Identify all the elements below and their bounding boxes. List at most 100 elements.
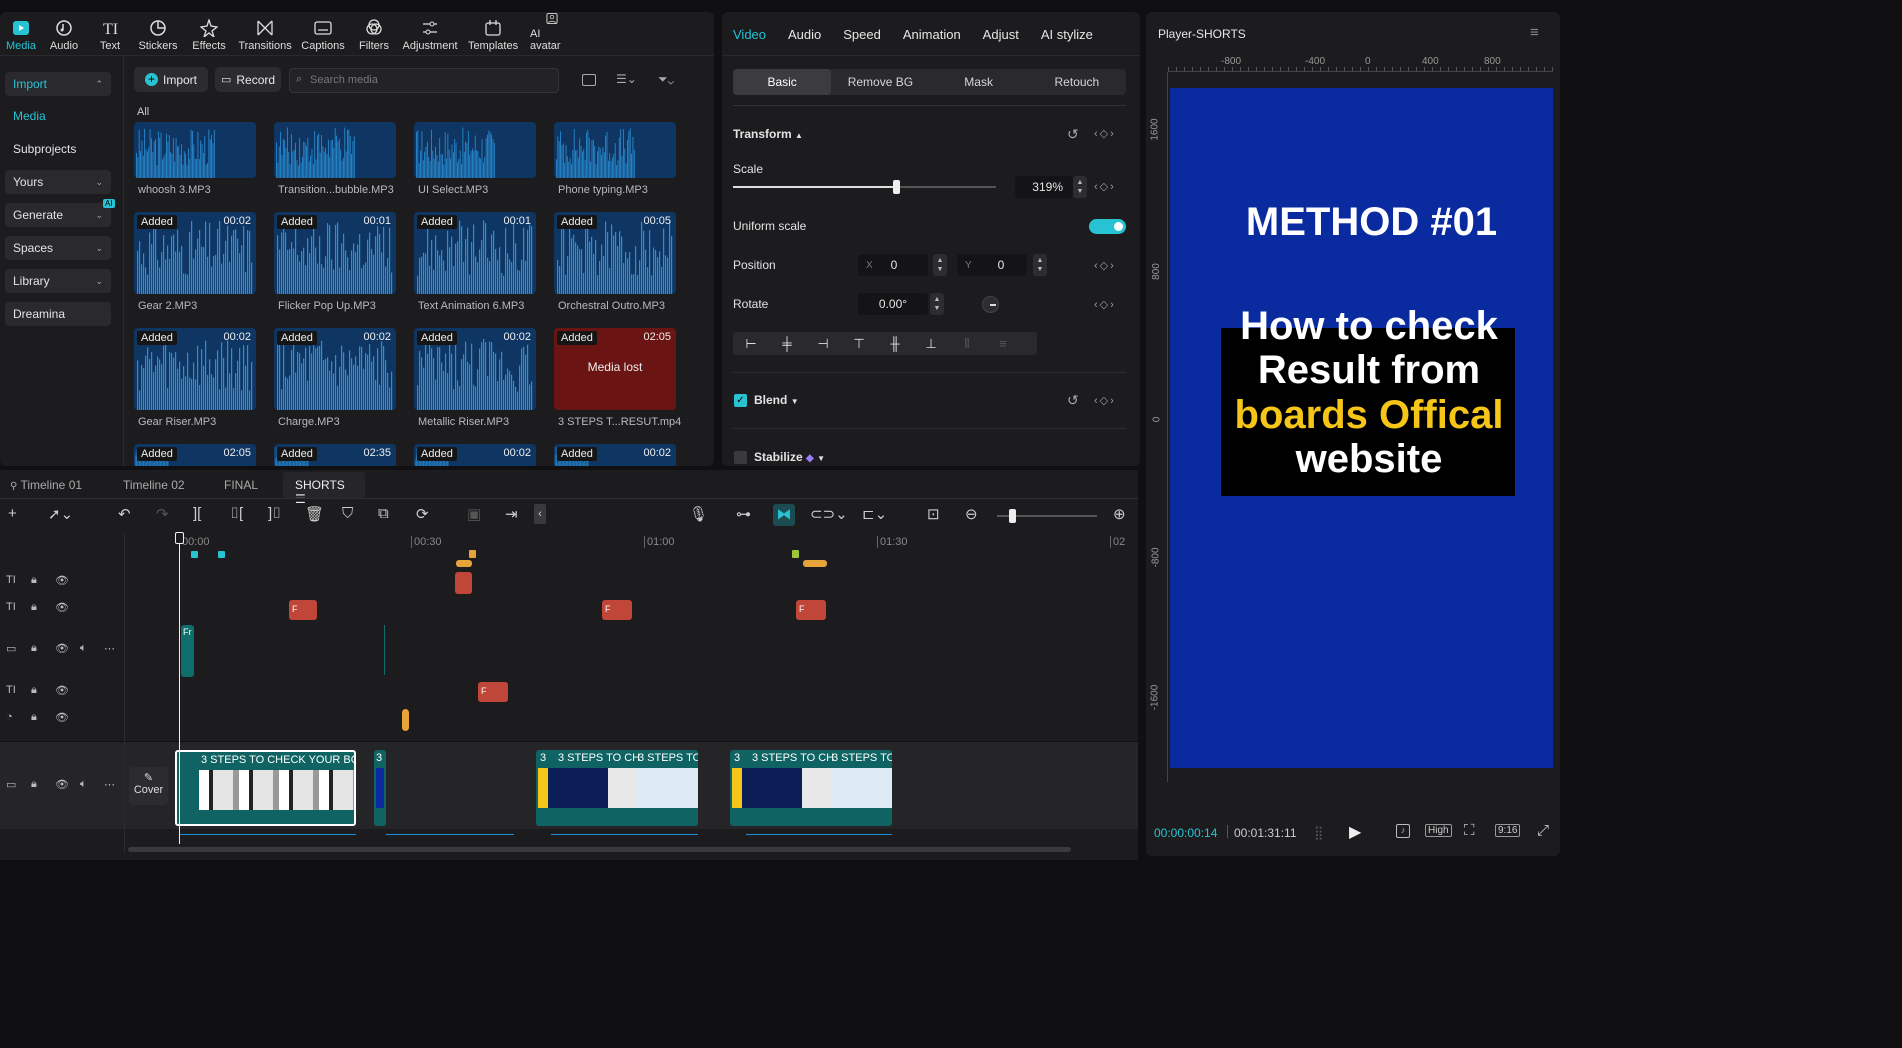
cover-button[interactable]: ✎ Cover [129,767,168,805]
speaker-icon[interactable]: 🔈︎ [80,778,87,791]
transform-heading[interactable]: Transform ▲ [733,127,803,141]
main-clip-3[interactable]: 3 3 STEPS TO CH 3 STEPS TO [536,750,698,826]
main-clip-4[interactable]: 3 3 STEPS TO CH 3 STEPS TO [730,750,892,826]
sidebar-generate[interactable]: Generate ⌄ [5,203,111,227]
split-icon[interactable]: ][ [193,505,201,522]
sidebar-spaces[interactable]: Spaces ⌄ [5,236,111,260]
align-center-v-icon[interactable]: ╫ [877,336,913,351]
chain-icon[interactable]: ⊂⊃⌄ [810,505,848,523]
playhead[interactable] [179,534,180,844]
media-item[interactable]: Added 00:02 [134,212,256,294]
media-item[interactable] [414,122,536,178]
undo-icon[interactable]: ↶ [118,505,131,523]
subtab-basic[interactable]: Basic [733,69,832,95]
tab-timeline-01[interactable]: ⚲ Timeline 01 [10,478,82,492]
media-item[interactable]: Media lost Added 02:05 [554,328,676,410]
preview-axis-icon[interactable]: ⊏⌄ [862,505,887,523]
align-top-icon[interactable]: ⊤ [841,336,877,352]
scale-stepper[interactable]: ▲ ▼ [1073,176,1087,198]
lock-icon[interactable]: 🔒︎ [31,778,37,791]
zoom-slider-handle[interactable] [1009,509,1016,523]
speed-icon[interactable]: ⟳ [416,505,429,523]
reset-icon[interactable]: ↺ [1067,126,1079,143]
uniform-scale-toggle[interactable] [1089,219,1126,234]
freeze-icon[interactable]: ▣ [467,505,481,523]
media-item[interactable]: Added 00:02 [554,444,676,466]
zoom-out-icon[interactable]: ⊖ [965,505,978,523]
tab-adjust[interactable]: Adjust [972,12,1030,56]
lock-icon[interactable]: 🔒︎ [31,642,37,655]
playhead-handle[interactable] [175,532,184,544]
stabilize-label[interactable]: Stabilize ◆ ▼ [754,450,825,464]
delete-icon[interactable]: 🗑︎ [305,505,324,523]
keyframe-icon[interactable]: ‹◇› [1094,127,1116,140]
tab-shorts[interactable]: SHORTS ☰ [283,472,365,506]
align-center-h-icon[interactable]: ╪ [769,336,805,351]
sidebar-library[interactable]: Library ⌄ [5,269,111,293]
record-button[interactable]: ▭ Record [215,67,281,92]
grid-view-icon[interactable] [582,74,596,86]
more-icon[interactable]: ⋯ [104,778,115,791]
caption-clip[interactable]: F [289,600,317,620]
scale-slider-handle[interactable] [893,180,901,194]
toolbar-stickers[interactable]: Stickers [132,12,184,52]
subtab-remove-bg[interactable]: Remove BG [831,69,929,95]
keyframe-icon[interactable]: ‹◇› [1094,259,1116,272]
main-clip-1[interactable]: 3 STEPS TO CHECK YOUR BOAR [175,750,356,826]
media-item[interactable]: Added 00:02 [134,328,256,410]
align-bottom-icon[interactable]: ⊥ [913,336,949,352]
media-item[interactable]: Added 00:01 [274,212,396,294]
media-item[interactable]: Added 00:01 [414,212,536,294]
scale-slider-track[interactable] [733,180,996,194]
lock-icon[interactable]: 🔒︎ [31,601,37,614]
media-item[interactable]: Added 00:05 [554,212,676,294]
reset-icon[interactable]: ↺ [1067,392,1079,409]
toolbar-ai-avatar[interactable]: AI avatar [524,12,580,52]
sidebar-media[interactable]: Media [13,109,46,123]
distribute-v-icon[interactable]: ≡ [985,336,1021,351]
redo-icon[interactable]: ↷ [156,505,169,523]
subtab-retouch[interactable]: Retouch [1028,69,1126,95]
sidebar-import[interactable]: Import ⌃ [5,72,111,96]
marker[interactable] [469,550,476,558]
toolbar-adjustment[interactable]: Adjustment [398,12,462,52]
media-item[interactable]: Added 00:02 [414,444,536,466]
horizontal-scrollbar[interactable] [128,847,1071,852]
stabilize-checkbox[interactable] [734,451,747,464]
media-item[interactable]: Added 00:02 [274,328,396,410]
play-icon[interactable]: ▶ [1349,822,1361,842]
blend-checkbox[interactable]: ✓ [734,394,747,407]
media-item[interactable]: Added 02:05 [134,444,256,466]
zoom-in-icon[interactable]: ⊕ [1113,505,1126,523]
split-right-icon[interactable]: ]⌷ [268,505,281,522]
toolbar-filters[interactable]: Filters [350,12,398,52]
ratio-button[interactable]: 9:16 [1495,824,1521,837]
caption-clip[interactable]: F [796,600,826,620]
eye-icon[interactable]: 👁︎ [55,642,69,655]
media-item[interactable]: Added 00:02 [414,328,536,410]
zoom-slider[interactable] [997,509,1097,523]
caption-clip[interactable]: F [602,600,632,620]
tab-timeline-02[interactable]: Timeline 02 [123,478,185,492]
lock-icon[interactable]: 🔒︎ [31,684,37,697]
keyframe-icon[interactable]: ‹◇› [1094,394,1116,407]
tab-speed[interactable]: Speed [832,12,892,56]
blend-label[interactable]: Blend ▼ [754,393,799,407]
toolbar-text[interactable]: TI Text [88,12,132,52]
tiktok-icon[interactable]: ♪ [1396,824,1410,838]
keyframe-icon[interactable]: ‹◇› [1094,298,1116,311]
magnet-icon[interactable]: ⧓ [773,504,795,526]
frame-grid-icon[interactable]: ⣿ [1314,825,1324,841]
marker[interactable] [218,551,225,558]
toolbar-captions[interactable]: Captions [296,12,350,52]
sidebar-yours[interactable]: Yours ⌄ [5,170,111,194]
lock-icon[interactable]: 🔒︎ [31,711,37,724]
toolbar-effects[interactable]: Effects [184,12,234,52]
position-y-stepper[interactable]: ▲ ▼ [1033,254,1047,276]
marker-icon[interactable]: ⛉ [342,505,353,522]
tab-ai-stylize[interactable]: AI stylize [1030,12,1104,56]
media-item[interactable] [134,122,256,178]
position-x-stepper[interactable]: ▲ ▼ [933,254,947,276]
crop-icon[interactable]: ⧉ [378,505,389,522]
toolbar-audio[interactable]: Audio [40,12,88,52]
